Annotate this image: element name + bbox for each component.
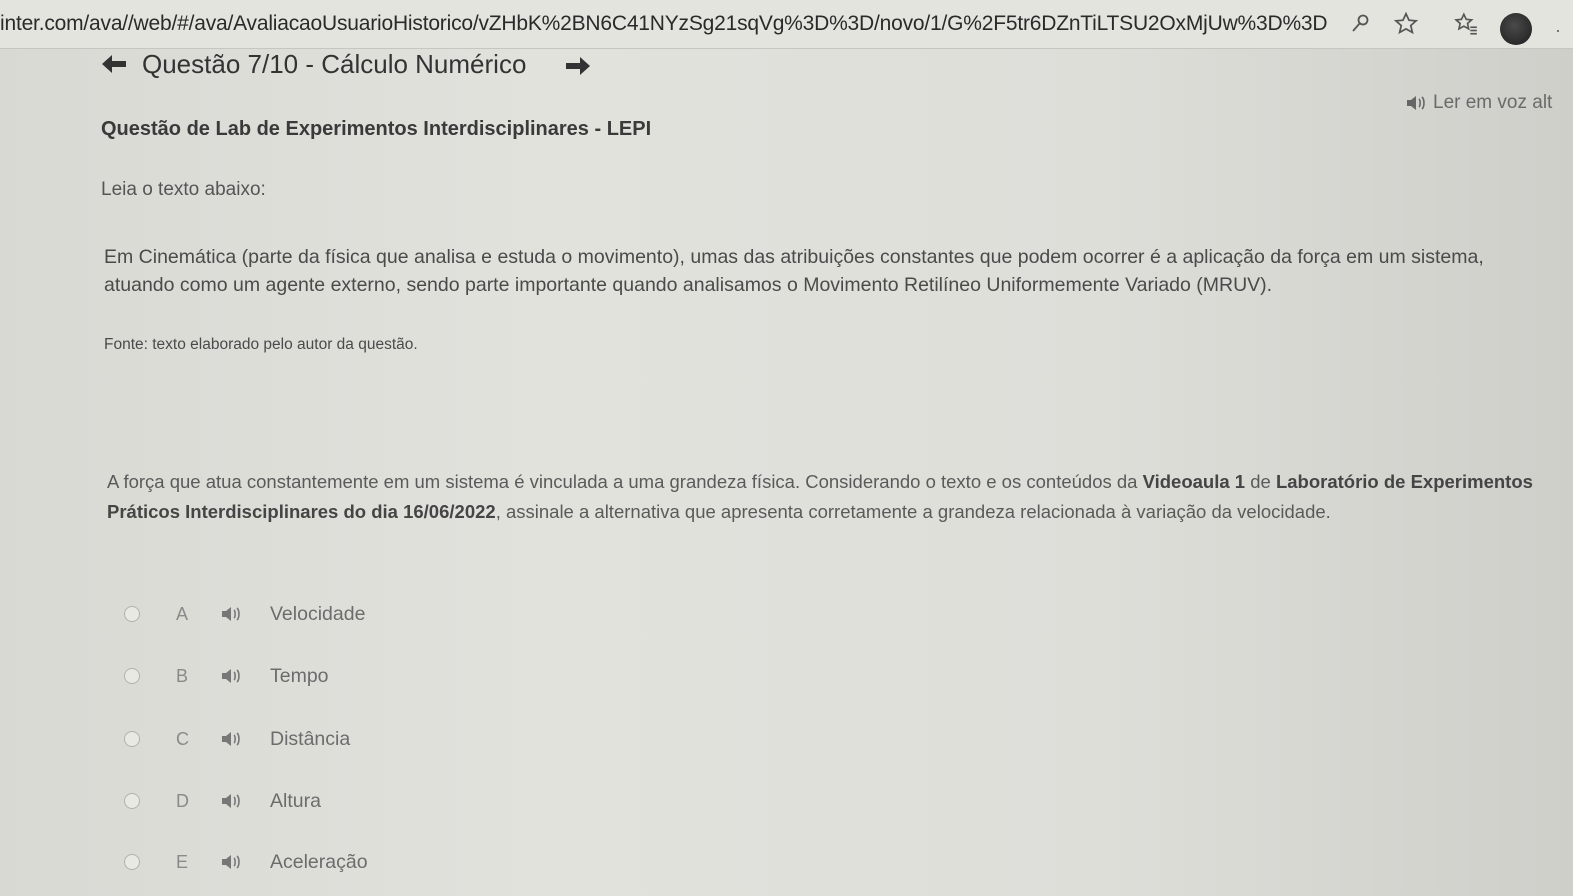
- speaker-icon[interactable]: [220, 730, 242, 748]
- option-text: Tempo: [270, 664, 329, 687]
- option-letter: B: [176, 665, 189, 686]
- option-b[interactable]: B Tempo: [124, 662, 329, 690]
- question-text: A força que atua constantemente em um si…: [107, 467, 1557, 527]
- question-bold: Videoaula 1: [1142, 471, 1246, 492]
- speaker-icon[interactable]: [220, 605, 242, 623]
- more-icon[interactable]: ·: [1555, 20, 1561, 41]
- option-text: Aceleração: [270, 850, 368, 873]
- star-icon[interactable]: [1392, 10, 1420, 38]
- read-aloud-label: Ler em voz alt: [1433, 92, 1553, 113]
- source-note: Fonte: texto elaborado pelo autor da que…: [104, 336, 418, 353]
- option-letter: E: [176, 851, 189, 872]
- radio-button[interactable]: [124, 854, 140, 870]
- speaker-icon[interactable]: [220, 792, 242, 810]
- option-d[interactable]: D Altura: [124, 787, 321, 815]
- radio-button[interactable]: [124, 668, 140, 684]
- arrow-right-icon[interactable]: [564, 55, 592, 77]
- option-text: Velocidade: [270, 602, 366, 625]
- radio-button[interactable]: [124, 731, 140, 747]
- option-text: Distância: [270, 727, 351, 750]
- address-bar[interactable]: inter.com/ava//web/#/ava/AvaliacaoUsuari…: [0, 12, 1328, 36]
- option-letter: D: [176, 790, 189, 811]
- option-letter: A: [176, 603, 189, 624]
- option-letter: C: [176, 728, 189, 749]
- radio-button[interactable]: [124, 793, 140, 809]
- option-a[interactable]: A Velocidade: [124, 600, 365, 628]
- option-text: Altura: [270, 789, 321, 812]
- favorites-icon[interactable]: [1452, 10, 1480, 38]
- question-part: , assinale a alternativa que apresenta c…: [495, 501, 1331, 522]
- speaker-icon: [1405, 94, 1427, 112]
- question-part: de: [1245, 471, 1276, 492]
- key-icon[interactable]: [1346, 10, 1374, 38]
- context-paragraph: Em Cinemática (parte da física que anali…: [104, 246, 1484, 296]
- browser-bar: inter.com/ava//web/#/ava/AvaliacaoUsuari…: [0, 0, 1573, 49]
- read-aloud-button[interactable]: Ler em voz alt: [1405, 92, 1552, 114]
- page-title: Questão 7/10 - Cálculo Numérico: [142, 49, 527, 79]
- intro-text: Leia o texto abaixo:: [101, 179, 266, 200]
- question-subtitle: Questão de Lab de Experimentos Interdisc…: [101, 118, 652, 140]
- arrow-left-icon[interactable]: [100, 53, 128, 75]
- option-e[interactable]: E Aceleração: [124, 848, 368, 876]
- option-c[interactable]: C Distância: [124, 725, 350, 753]
- speaker-icon[interactable]: [220, 853, 242, 871]
- avatar[interactable]: [1500, 13, 1532, 45]
- radio-button[interactable]: [124, 606, 140, 622]
- speaker-icon[interactable]: [220, 667, 242, 685]
- question-part: A força que atua constantemente em um si…: [107, 471, 1143, 492]
